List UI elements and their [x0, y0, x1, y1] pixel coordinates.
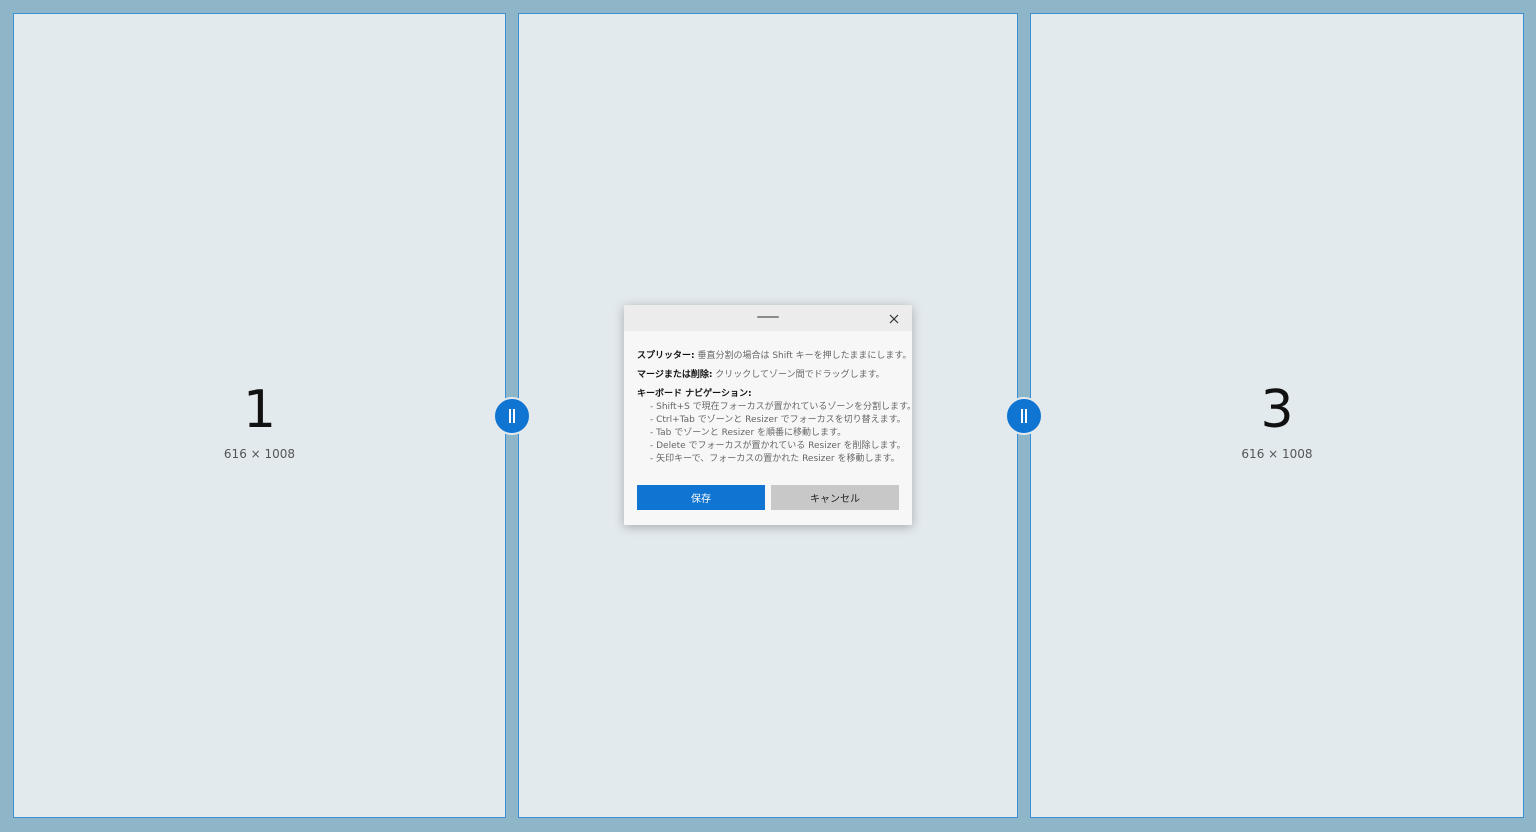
keyboard-list: - Shift+S で現在フォーカスが置かれているゾーンを分割します。 - Ct… [637, 401, 917, 466]
close-icon [889, 314, 899, 324]
dialog-body: スプリッター: 垂直分割の場合は Shift キーを押したままにします。 マージ… [637, 350, 917, 466]
keyboard-help: キーボード ナビゲーション: - Shift+S で現在フォーカスが置かれている… [637, 388, 917, 466]
zone-number: 3 [1260, 380, 1294, 440]
close-button[interactable] [884, 309, 904, 329]
zone-size: 616 × 1008 [1241, 447, 1313, 461]
splitter-help: スプリッター: 垂直分割の場合は Shift キーを押したままにします。 [637, 350, 911, 363]
splitter-label: スプリッター: [637, 351, 695, 361]
zone-1[interactable]: 1 616 × 1008 [13, 13, 506, 818]
resizer-handle[interactable] [493, 397, 531, 435]
cancel-button[interactable]: キャンセル [771, 485, 899, 510]
zone-3[interactable]: 3 616 × 1008 [1030, 13, 1524, 818]
list-item: - Ctrl+Tab でゾーンと Resizer でフォーカスを切り替えます。 [650, 415, 906, 425]
list-item: - Tab でゾーンと Resizer を順番に移動します。 [650, 428, 847, 438]
drag-handle[interactable] [757, 316, 779, 318]
dialog-titlebar[interactable] [624, 305, 912, 331]
grip-vertical-icon [1021, 409, 1027, 423]
splitter-text: 垂直分割の場合は Shift キーを押したままにします。 [694, 351, 912, 361]
editor-dialog: スプリッター: 垂直分割の場合は Shift キーを押したままにします。 マージ… [624, 305, 917, 525]
zone-number: 1 [242, 380, 277, 440]
keyboard-label: キーボード ナビゲーション: [637, 389, 752, 399]
list-item: - Delete でフォーカスが置かれている Resizer を削除します。 [650, 441, 906, 451]
merge-label: マージまたは削除: [637, 370, 713, 380]
save-button[interactable]: 保存 [637, 485, 765, 510]
merge-text: クリックしてゾーン間でドラッグします。 [712, 370, 885, 380]
list-item: - Shift+S で現在フォーカスが置かれているゾーンを分割します。 [650, 402, 917, 412]
resizer-handle[interactable] [1005, 397, 1043, 435]
zone-size: 616 × 1008 [223, 447, 296, 461]
list-item: - 矢印キーで、フォーカスの置かれた Resizer を移動します。 [650, 454, 900, 464]
merge-help: マージまたは削除: クリックしてゾーン間でドラッグします。 [637, 369, 902, 382]
grip-vertical-icon [509, 409, 515, 423]
